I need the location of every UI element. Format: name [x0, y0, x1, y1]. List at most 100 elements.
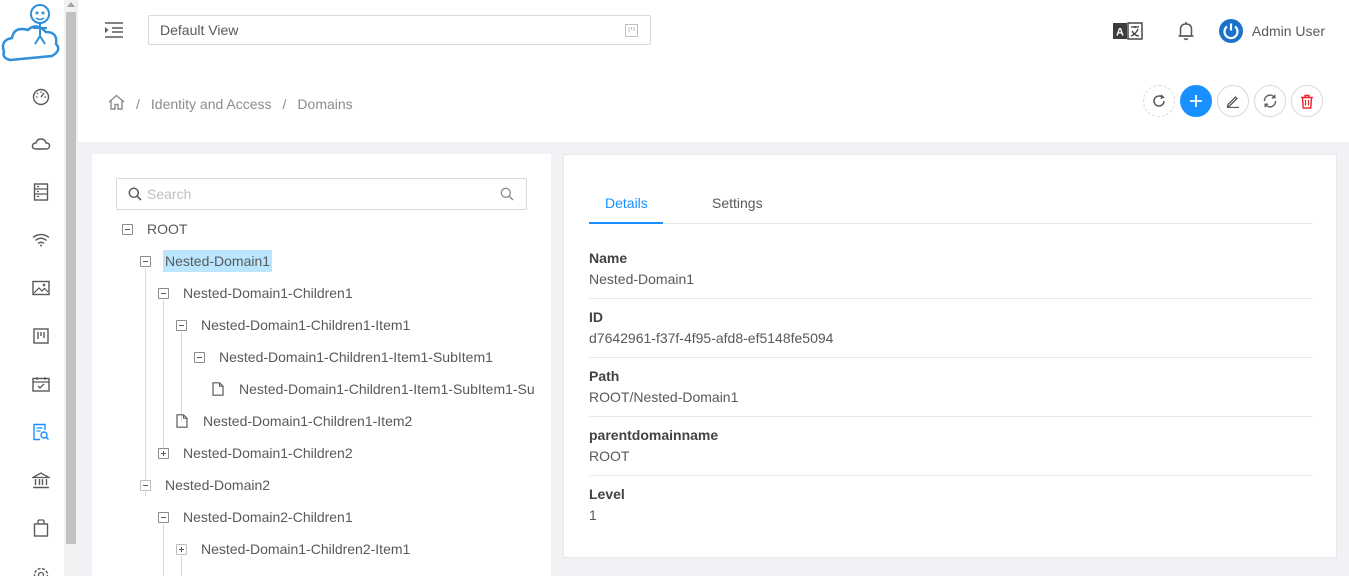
logo-icon[interactable]: [0, 0, 64, 64]
bank-icon[interactable]: [28, 467, 54, 493]
field-value: Nested-Domain1: [589, 271, 695, 287]
field-label: parentdomainname: [589, 427, 719, 443]
sidebar: [0, 0, 64, 576]
tree-node-title[interactable]: Nested-Domain1-Children1-Item1: [199, 314, 412, 336]
tree-node-title-selected[interactable]: Nested-Domain1: [163, 250, 273, 272]
scroll-up-icon[interactable]: [67, 2, 75, 7]
detail-field-name: Name Nested-Domain1: [589, 240, 1313, 299]
field-label: ID: [589, 309, 603, 325]
expand-icon[interactable]: [158, 447, 169, 459]
tree-node-title[interactable]: Nested-Domain1-Children2: [181, 442, 355, 464]
field-value: 1: [589, 507, 597, 523]
delete-button[interactable]: [1291, 85, 1323, 117]
search-input[interactable]: [147, 183, 487, 205]
expand-icon[interactable]: [176, 543, 187, 555]
tree-node[interactable]: ROOT: [122, 217, 189, 241]
sidebar-scrollbar[interactable]: [64, 0, 78, 576]
tree-node-title[interactable]: Nested-Domain1-Children1-Item1-SubItem1: [217, 346, 495, 368]
tree-node[interactable]: Nested-Domain1-Children1-Item2: [176, 409, 414, 433]
sync-button[interactable]: [1254, 85, 1286, 117]
domain-details-panel: Details Settings Name Nested-Domain1 ID …: [563, 154, 1337, 558]
layout-icon: [625, 24, 638, 40]
plus-icon: [1190, 95, 1202, 107]
calendar-check-icon[interactable]: [28, 371, 54, 397]
edit-icon: [1226, 96, 1239, 108]
collapse-icon[interactable]: [122, 223, 133, 235]
server-icon[interactable]: [28, 179, 54, 205]
tree-node[interactable]: Nested-Domain1-Children1-Item1: [176, 313, 412, 337]
breadcrumb-domains[interactable]: Domains: [297, 96, 352, 112]
tree-node-title[interactable]: Nested-Domain1-Children2-Item1: [199, 538, 412, 560]
field-value: d7642961-f37f-4f95-afd8-ef5148fe5094: [589, 330, 834, 346]
tree-node[interactable]: Nested-Domain1-Children1: [158, 281, 355, 305]
breadcrumb-identity-access[interactable]: Identity and Access: [151, 96, 272, 112]
trash-icon: [1301, 94, 1313, 109]
bag-icon[interactable]: [28, 515, 54, 541]
reload-button[interactable]: [1143, 85, 1175, 117]
reload-icon: [1153, 94, 1165, 107]
page-header: / Identity and Access / Domains: [78, 62, 1349, 142]
collapse-icon[interactable]: [176, 319, 187, 331]
dashboard-icon[interactable]: [28, 84, 54, 110]
image-icon[interactable]: [28, 275, 54, 301]
detail-tabs: Details Settings: [589, 185, 1313, 224]
edit-button[interactable]: [1217, 85, 1249, 117]
field-label: Path: [589, 368, 620, 384]
field-label: Name: [589, 250, 628, 266]
tree-node[interactable]: Nested-Domain1-Children1-Item1-SubItem1: [194, 345, 495, 369]
breadcrumb: / Identity and Access / Domains: [108, 94, 353, 113]
active-tab-indicator: [589, 222, 663, 224]
bell-icon[interactable]: [1177, 21, 1195, 41]
tree-node[interactable]: Nested-Domain1: [140, 249, 273, 273]
wifi-icon[interactable]: [28, 227, 54, 253]
menu-collapse-icon[interactable]: [104, 20, 124, 40]
tree-node-title[interactable]: Nested-Domain2: [163, 474, 272, 496]
cloud-icon[interactable]: [28, 131, 54, 157]
file-icon: [176, 414, 188, 428]
tree-node[interactable]: Nested-Domain1-Children2-Item1: [176, 537, 412, 561]
document-search-icon[interactable]: [28, 419, 54, 445]
home-icon[interactable]: [108, 94, 125, 113]
board-icon[interactable]: [28, 323, 54, 349]
collapse-icon[interactable]: [158, 511, 169, 523]
collapse-icon[interactable]: [158, 287, 169, 299]
tree-node-title[interactable]: Nested-Domain1-Children1-Item2: [201, 410, 414, 432]
tree-node-title[interactable]: Nested-Domain2-Children1: [181, 506, 355, 528]
detail-field-parent: parentdomainname ROOT: [589, 417, 1313, 476]
tree-node-title[interactable]: ROOT: [145, 218, 189, 240]
tree-node[interactable]: Nested-Domain1-Children2: [158, 441, 355, 465]
detail-field-id: ID d7642961-f37f-4f95-afd8-ef5148fe5094: [589, 299, 1313, 358]
detail-field-level: Level 1: [589, 476, 1313, 535]
action-toolbar: [1138, 85, 1323, 117]
view-select-value: Default View: [160, 22, 239, 38]
tree-node[interactable]: Nested-Domain1-Children1-Item1-SubItem1-…: [212, 377, 537, 401]
translate-icon[interactable]: A: [1112, 22, 1143, 40]
file-icon: [212, 382, 224, 396]
sync-icon: [1263, 94, 1277, 108]
search-box[interactable]: [116, 178, 527, 210]
user-name: Admin User: [1251, 23, 1325, 39]
detail-field-path: Path ROOT/Nested-Domain1: [589, 358, 1313, 417]
tree-node-title[interactable]: Nested-Domain1-Children1-Item1-SubItem1-…: [237, 378, 537, 400]
collapse-icon[interactable]: [194, 351, 205, 363]
settings-icon[interactable]: [28, 562, 54, 576]
tab-settings[interactable]: Settings: [712, 195, 763, 211]
field-value: ROOT: [589, 448, 630, 464]
add-button[interactable]: [1180, 85, 1212, 117]
search-icon[interactable]: [500, 187, 514, 204]
top-header: Default View A Admin User: [78, 0, 1349, 62]
tree-node[interactable]: Nested-Domain2-Children1: [158, 505, 355, 529]
svg-text:A: A: [1116, 27, 1124, 39]
user-menu[interactable]: Admin User: [1218, 19, 1325, 43]
tree-node[interactable]: Nested-Domain2: [140, 473, 272, 497]
collapse-icon[interactable]: [140, 255, 151, 267]
scrollbar-thumb[interactable]: [66, 12, 76, 544]
tree-node-title[interactable]: Nested-Domain1-Children1: [181, 282, 355, 304]
breadcrumb-separator: /: [282, 95, 287, 112]
tree-node[interactable]: [176, 569, 199, 576]
field-label: Level: [589, 486, 625, 502]
view-select[interactable]: Default View: [148, 15, 651, 45]
collapse-icon[interactable]: [140, 479, 151, 491]
tab-details[interactable]: Details: [605, 195, 648, 211]
breadcrumb-separator: /: [136, 95, 140, 112]
